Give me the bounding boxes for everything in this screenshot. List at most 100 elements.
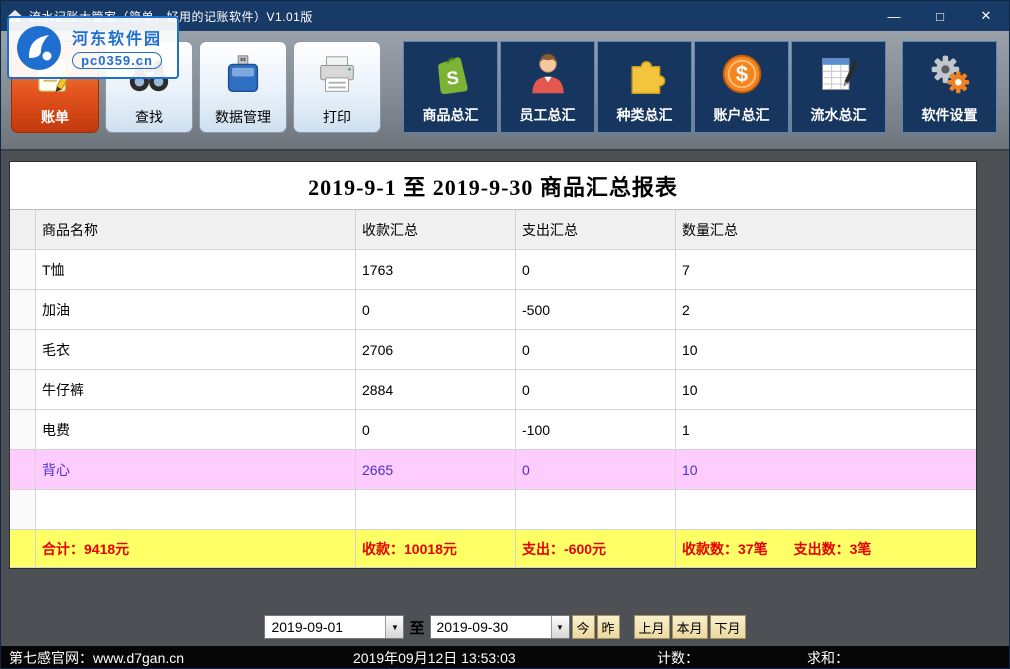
- table-row[interactable]: 牛仔裤 2884 0 10: [10, 370, 976, 410]
- cell-income: 0: [356, 410, 516, 450]
- cell-product-name: [36, 490, 356, 530]
- total-selector-cell: [10, 530, 36, 568]
- cell-quantity: 10: [676, 330, 976, 370]
- cell-product-name: T恤: [36, 250, 356, 290]
- this-month-button[interactable]: 本月: [672, 615, 708, 639]
- total-sum: 合计：9418元: [36, 530, 356, 568]
- close-button[interactable]: ✕: [963, 1, 1009, 31]
- person-icon: [526, 42, 570, 105]
- cell-quantity: 10: [676, 450, 976, 490]
- cell-product-name: 毛衣: [36, 330, 356, 370]
- cell-expense: 0: [516, 250, 676, 290]
- date-filter-bar: 2019-09-01 ▼ 至 2019-09-30 ▼ 今 昨 上月 本月 下月: [1, 615, 1009, 639]
- flow-summary-button[interactable]: 流水总汇: [791, 41, 886, 133]
- row-selector-cell[interactable]: [10, 250, 36, 290]
- status-count-label: 计数：: [657, 648, 699, 668]
- row-selector-cell[interactable]: [10, 330, 36, 370]
- find-button-label: 查找: [135, 107, 163, 127]
- yesterday-button[interactable]: 昨: [597, 615, 620, 639]
- staff-summary-button[interactable]: 员工总汇: [500, 41, 595, 133]
- summary-button-group: S 商品总汇 员工总汇 种类总汇 $ 账户总汇: [403, 41, 888, 133]
- cell-income: [356, 490, 516, 530]
- shopping-bag-icon: S: [429, 42, 473, 105]
- report-table: 2019-9-1 至 2019-9-30 商品汇总报表 商品名称 收款汇总 支出…: [9, 161, 977, 569]
- total-income-count: 收款数：37笔: [682, 539, 768, 559]
- settings-button-wrap: 软件设置: [902, 41, 999, 133]
- total-expense-count: 支出数：3笔: [794, 539, 872, 559]
- flow-summary-label: 流水总汇: [811, 105, 867, 125]
- spreadsheet-pen-icon: [817, 42, 861, 105]
- next-month-button[interactable]: 下月: [710, 615, 746, 639]
- cell-expense: 0: [516, 330, 676, 370]
- today-button[interactable]: 今: [572, 615, 595, 639]
- maximize-button[interactable]: □: [917, 1, 963, 31]
- gears-icon: [928, 42, 972, 105]
- puzzle-icon: [623, 42, 667, 105]
- report-title: 2019-9-1 至 2019-9-30 商品汇总报表: [10, 162, 976, 210]
- cell-product-name: 加油: [36, 290, 356, 330]
- window-controls: — □ ✕: [871, 1, 1009, 31]
- table-row[interactable]: 电费 0 -100 1: [10, 410, 976, 450]
- minimize-button[interactable]: —: [871, 1, 917, 31]
- watermark: 河东软件园 pc0359.cn: [7, 16, 179, 79]
- table-row-selected[interactable]: 背心 2665 0 10: [10, 450, 976, 490]
- row-selector-cell[interactable]: [10, 490, 36, 530]
- table-total-row: 合计：9418元 收款：10018元 支出：-600元 收款数：37笔 支出数：…: [10, 530, 976, 568]
- row-selector-cell[interactable]: [10, 410, 36, 450]
- app-window: 流水记账大管家（简单，好用的记账软件）V1.01版 — □ ✕ 账单 查找 数据…: [0, 0, 1010, 669]
- data-manage-button[interactable]: 数据管理: [199, 41, 287, 133]
- cell-quantity: 10: [676, 370, 976, 410]
- cell-income: 2884: [356, 370, 516, 410]
- settings-button[interactable]: 软件设置: [902, 41, 997, 133]
- cell-quantity: 7: [676, 250, 976, 290]
- bill-button-label: 账单: [41, 107, 69, 127]
- svg-text:$: $: [735, 61, 747, 86]
- total-counts-cell: 收款数：37笔 支出数：3笔: [676, 530, 976, 568]
- category-summary-button[interactable]: 种类总汇: [597, 41, 692, 133]
- print-button-label: 打印: [323, 107, 351, 127]
- cell-expense: [516, 490, 676, 530]
- row-selector-cell[interactable]: [10, 450, 36, 490]
- prev-month-button[interactable]: 上月: [634, 615, 670, 639]
- account-summary-label: 账户总汇: [714, 105, 770, 125]
- chevron-down-icon[interactable]: ▼: [551, 616, 569, 638]
- print-button[interactable]: 打印: [293, 41, 381, 133]
- chevron-down-icon[interactable]: ▼: [385, 616, 403, 638]
- status-bar: 第七感官网：www.d7gan.cn 2019年09月12日 13:53:03 …: [1, 646, 1009, 668]
- column-header-expense[interactable]: 支出汇总: [516, 210, 676, 250]
- status-sum-label: 求和：: [807, 648, 849, 668]
- usb-drive-icon: [220, 42, 266, 107]
- table-row[interactable]: 加油 0 -500 2: [10, 290, 976, 330]
- row-selector-cell[interactable]: [10, 370, 36, 410]
- svg-text:S: S: [445, 66, 459, 88]
- table-row-empty[interactable]: [10, 490, 976, 530]
- table-row[interactable]: T恤 1763 0 7: [10, 250, 976, 290]
- watermark-logo-icon: [15, 24, 63, 72]
- table-row[interactable]: 毛衣 2706 0 10: [10, 330, 976, 370]
- cell-quantity: 1: [676, 410, 976, 450]
- cell-expense: -100: [516, 410, 676, 450]
- to-label: 至: [409, 617, 424, 638]
- watermark-site-url: pc0359.cn: [72, 52, 162, 69]
- goods-summary-button[interactable]: S 商品总汇: [403, 41, 498, 133]
- printer-icon: [314, 42, 360, 107]
- main-content: 2019-9-1 至 2019-9-30 商品汇总报表 商品名称 收款汇总 支出…: [1, 151, 1009, 646]
- account-summary-button[interactable]: $ 账户总汇: [694, 41, 789, 133]
- table-header-row: 商品名称 收款汇总 支出汇总 数量汇总: [10, 210, 976, 250]
- column-header-income[interactable]: 收款汇总: [356, 210, 516, 250]
- cell-quantity: [676, 490, 976, 530]
- start-date-select[interactable]: 2019-09-01 ▼: [264, 615, 404, 639]
- end-date-select[interactable]: 2019-09-30 ▼: [430, 615, 570, 639]
- status-website: 第七感官网：www.d7gan.cn: [9, 648, 184, 668]
- cell-expense: -500: [516, 290, 676, 330]
- cell-expense: 0: [516, 370, 676, 410]
- cell-income: 1763: [356, 250, 516, 290]
- cell-expense: 0: [516, 450, 676, 490]
- cell-quantity: 2: [676, 290, 976, 330]
- row-selector-cell[interactable]: [10, 290, 36, 330]
- column-header-product[interactable]: 商品名称: [36, 210, 356, 250]
- data-manage-button-label: 数据管理: [215, 107, 271, 127]
- column-header-quantity[interactable]: 数量汇总: [676, 210, 976, 250]
- total-expense: 支出：-600元: [516, 530, 676, 568]
- cell-product-name: 电费: [36, 410, 356, 450]
